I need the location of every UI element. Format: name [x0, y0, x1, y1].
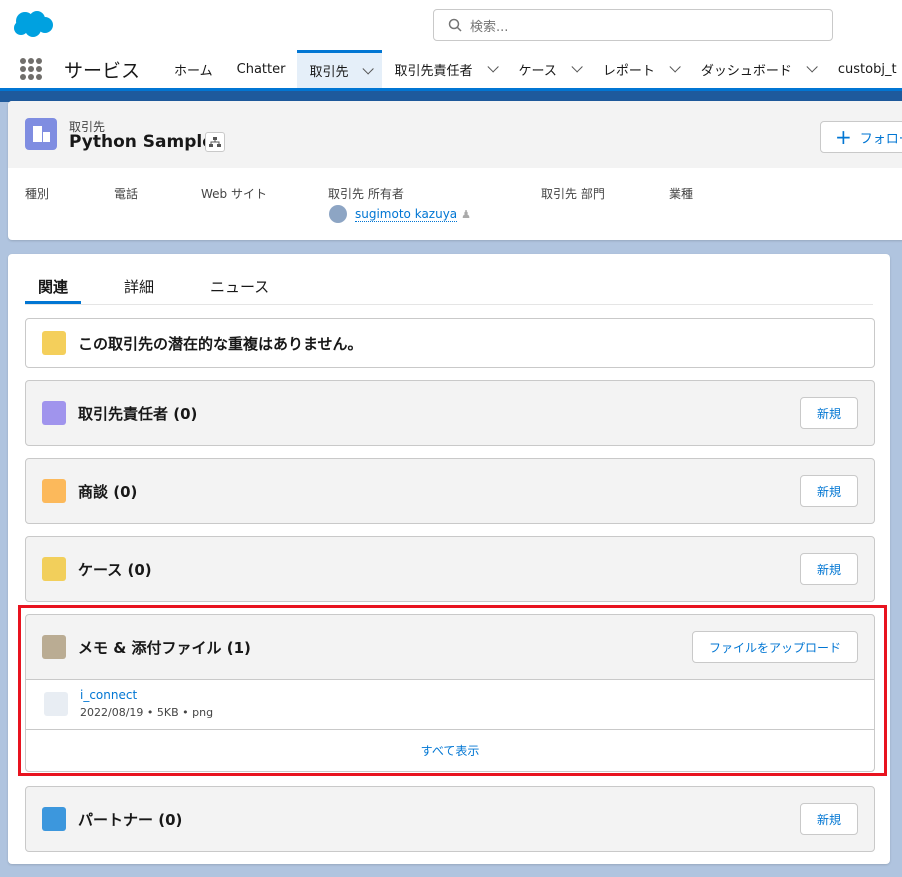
cases-section: ケース (0) 新規 [25, 536, 875, 602]
owner-field: sugimoto kazuya ♟ [329, 205, 471, 223]
owner-link[interactable]: sugimoto kazuya [355, 207, 458, 222]
chevron-down-icon[interactable] [486, 61, 499, 73]
new-partner-button[interactable]: 新規 [799, 803, 858, 835]
global-header: 検索... サービス ホーム Chatter 取引先 取引先責任者 ケース レポ… [0, 0, 902, 88]
duplicate-icon [42, 331, 66, 355]
nav-tab-home[interactable]: ホーム [162, 50, 225, 88]
partners-section: パートナー (0) 新規 [25, 786, 875, 852]
plus-icon: + [835, 125, 852, 149]
hierarchy-icon[interactable] [205, 132, 225, 152]
field-phone-label: 電話 [114, 187, 139, 201]
contacts-section: 取引先責任者 (0) 新規 [25, 380, 875, 446]
record-name: Python Sample [69, 132, 214, 152]
nav-tab-contacts[interactable]: 取引先責任者 [382, 50, 506, 88]
duplicates-message: この取引先の潜在的な重複はありません。 [78, 334, 363, 353]
nav-tab-dashboards[interactable]: ダッシュボード [689, 50, 826, 88]
highlight-box [18, 605, 887, 776]
chevron-down-icon[interactable] [571, 61, 583, 73]
nav-tab-custobj[interactable]: custobj_t [826, 50, 902, 88]
app-name: サービス [64, 59, 141, 82]
follow-label: フォロー [859, 131, 902, 147]
search-input[interactable]: 検索... [433, 9, 833, 41]
nav-tab-chatter[interactable]: Chatter [225, 50, 298, 88]
search-icon [448, 18, 462, 32]
nav-label: custobj_t [837, 61, 897, 77]
field-division-label: 取引先 部門 [541, 187, 605, 201]
nav-label: ホーム [174, 63, 213, 79]
nav-label: 取引先責任者 [394, 63, 473, 79]
salesforce-logo[interactable] [13, 10, 53, 38]
new-case-button[interactable]: 新規 [799, 553, 858, 585]
tab-details[interactable]: 詳細 [111, 272, 167, 304]
chevron-down-icon[interactable] [669, 61, 681, 73]
section-title[interactable]: 商談 (0) [78, 481, 137, 502]
tab-related[interactable]: 関連 [25, 272, 82, 304]
nav-label: 取引先 [309, 65, 349, 80]
avatar [329, 205, 347, 223]
nav-tab-reports[interactable]: レポート [591, 50, 689, 88]
chevron-down-icon[interactable] [806, 61, 818, 73]
follow-button[interactable]: + フォロー [820, 121, 902, 153]
field-industry-label: 業種 [669, 187, 694, 201]
section-title[interactable]: ケース (0) [78, 559, 152, 580]
duplicates-card: この取引先の潜在的な重複はありません。 [25, 318, 875, 368]
nav-label: Chatter [236, 61, 286, 77]
nav-label: ケース [518, 63, 557, 79]
chevron-down-icon[interactable] [362, 62, 375, 75]
app-launcher-icon[interactable] [20, 58, 42, 80]
tab-news[interactable]: ニュース [197, 272, 282, 304]
nav-tab-accounts[interactable]: 取引先 [297, 50, 383, 88]
field-type-label: 種別 [25, 187, 50, 201]
contact-icon [42, 401, 66, 425]
change-owner-icon[interactable]: ♟ [461, 208, 471, 221]
section-title[interactable]: 取引先責任者 (0) [78, 403, 197, 424]
new-opportunity-button[interactable]: 新規 [799, 475, 858, 507]
field-owner-label: 取引先 所有者 [328, 187, 404, 201]
record-header: 取引先 Python Sample +フォロー 種別 電話 Web サイト 取引… [8, 101, 902, 240]
nav-label: レポート [602, 63, 655, 79]
case-icon [42, 557, 66, 581]
account-icon [25, 118, 57, 150]
nav-tab-cases[interactable]: ケース [507, 50, 591, 88]
opportunities-section: 商談 (0) 新規 [25, 458, 875, 524]
nav-label: ダッシュボード [700, 63, 792, 79]
partner-icon [42, 807, 66, 831]
new-contact-button[interactable]: 新規 [799, 397, 858, 429]
field-website-label: Web サイト [201, 187, 267, 201]
header-band [0, 88, 902, 102]
search-placeholder: 検索... [470, 19, 509, 35]
section-title[interactable]: パートナー (0) [78, 809, 182, 830]
opportunity-icon [42, 479, 66, 503]
tab-bar: 関連 詳細 ニュース [25, 272, 873, 305]
nav-bar: サービス ホーム Chatter 取引先 取引先責任者 ケース レポート ダッシ… [0, 50, 902, 88]
